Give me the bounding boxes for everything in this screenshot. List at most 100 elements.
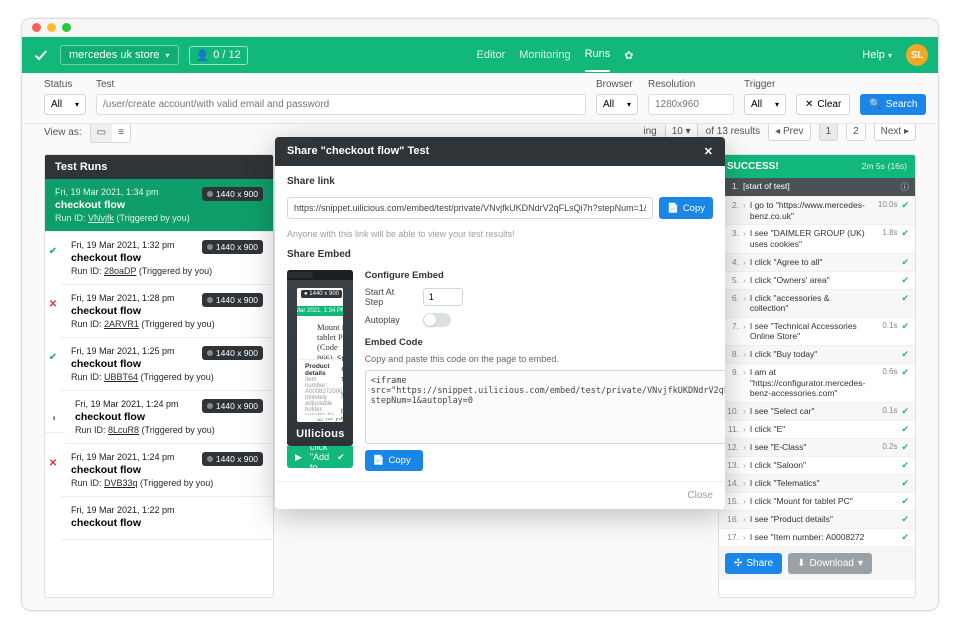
- step-row[interactable]: 5.›I click "Owners' area"✔: [719, 272, 915, 290]
- autoplay-label: Autoplay: [365, 315, 415, 325]
- step-row[interactable]: 13.›I click "Saloon"✔: [719, 457, 915, 475]
- next-button[interactable]: Next ▸: [874, 124, 916, 141]
- caret-down-icon: ▾: [165, 51, 169, 60]
- close-icon[interactable]: ✕: [704, 145, 713, 158]
- share-link-label: Share link: [287, 176, 713, 187]
- help-link[interactable]: Help ▾: [862, 49, 892, 61]
- prev-button[interactable]: ◂ Prev: [768, 124, 810, 141]
- user-count: 0 / 12: [213, 49, 241, 61]
- step-status-icon: ✔: [901, 496, 909, 507]
- step-status-icon: ✔: [901, 406, 909, 417]
- step-row[interactable]: 8.›I click "Buy today"✔: [719, 346, 915, 364]
- step-row[interactable]: 15.›I click "Mount for tablet PC"✔: [719, 493, 915, 511]
- step-text: I am at "https://configurator.mercedes-b…: [750, 367, 868, 399]
- user-avatar[interactable]: SL: [906, 44, 928, 66]
- step-row[interactable]: 7.›I see "Technical Accessories Online S…: [719, 318, 915, 346]
- step-text: I click "Mount for tablet PC": [750, 496, 868, 507]
- autoplay-toggle[interactable]: [423, 313, 451, 327]
- step-number: 9.: [725, 367, 739, 377]
- step-text: I click "Saloon": [750, 460, 868, 471]
- resolution-input[interactable]: [648, 94, 734, 115]
- test-run-row[interactable]: Fri, 19 Mar 2021, 1:22 pmcheckout flow: [45, 497, 273, 540]
- pager-total: of 13 results: [706, 126, 760, 137]
- search-button[interactable]: 🔍 Search: [860, 94, 926, 115]
- step-row-header: 1. [start of test] ⓘ: [719, 178, 915, 197]
- step-status-icon: ✔: [901, 442, 909, 453]
- step-row[interactable]: 3.›I see "DAIMLER GROUP (UK) uses cookie…: [719, 225, 915, 253]
- view-list-button[interactable]: ≡: [112, 124, 130, 142]
- test-run-row[interactable]: ✕Fri, 19 Mar 2021, 1:28 pmcheckout flowR…: [45, 285, 273, 338]
- app-window: mercedes uk store ▾ 👤 0 / 12 Editor Moni…: [21, 18, 939, 611]
- trigger-select[interactable]: All▾: [744, 94, 786, 115]
- step-row[interactable]: 2.›I go to "https://www.mercedes-benz.co…: [719, 197, 915, 225]
- chevron-right-icon: ›: [743, 532, 746, 542]
- step-number: 15.: [725, 496, 739, 506]
- traffic-light-zoom[interactable]: [62, 23, 71, 32]
- chevron-right-icon: ›: [743, 257, 746, 267]
- run-resolution-badge: 1440 x 900: [202, 240, 263, 254]
- step-row[interactable]: 10.›I see "Select car"0.1s✔: [719, 403, 915, 421]
- page-2[interactable]: 2: [846, 124, 866, 141]
- status-select[interactable]: All▾: [44, 94, 86, 115]
- run-resolution-badge: 1440 x 900: [202, 346, 263, 360]
- step-row[interactable]: 4.›I click "Agree to all"✔: [719, 254, 915, 272]
- test-run-row[interactable]: ✔Fri, 19 Mar 2021, 1:25 pmcheckout flowR…: [45, 338, 273, 391]
- user-count-badge[interactable]: 👤 0 / 12: [189, 46, 248, 65]
- step-row[interactable]: 14.›I click "Telematics"✔: [719, 475, 915, 493]
- chevron-right-icon: ›: [743, 406, 746, 416]
- step-time: 1.8s: [871, 228, 897, 237]
- browser-select[interactable]: All▾: [596, 94, 638, 115]
- step-row[interactable]: 12.›I see "E-Class"0.2s✔: [719, 439, 915, 457]
- gear-icon[interactable]: ✿: [624, 49, 633, 62]
- modal-close-button[interactable]: Close: [275, 481, 725, 509]
- step-text: I see "DAIMLER GROUP (UK) uses cookies": [750, 228, 868, 249]
- user-icon: 👤: [196, 49, 210, 62]
- embed-code-box[interactable]: <iframe src="https://snippet.uilicious.c…: [365, 370, 725, 444]
- modal-title: Share "checkout flow" Test: [287, 145, 429, 158]
- chevron-right-icon: ›: [743, 321, 746, 331]
- tab-editor[interactable]: Editor: [477, 39, 506, 71]
- step-row[interactable]: 11.›I click "E"✔: [719, 421, 915, 439]
- test-run-row[interactable]: ✕Fri, 19 Mar 2021, 1:24 pmcheckout flowR…: [45, 444, 273, 497]
- test-run-row[interactable]: ◐Fri, 19 Mar 2021, 1:24 pmcheckout flowR…: [45, 391, 273, 444]
- traffic-light-close[interactable]: [32, 23, 41, 32]
- test-run-row[interactable]: Fri, 19 Mar 2021, 1:34 pmcheckout flowRu…: [45, 179, 273, 232]
- step-text: I see "Item number: A0008272: [750, 532, 868, 543]
- tab-monitoring[interactable]: Monitoring: [519, 39, 570, 71]
- download-button[interactable]: ⬇ Download ▾: [788, 553, 872, 574]
- tab-runs[interactable]: Runs: [585, 38, 611, 72]
- run-id: Run ID: 2ARVR1 (Triggered by you): [71, 319, 263, 329]
- traffic-light-minimize[interactable]: [47, 23, 56, 32]
- step-row[interactable]: 9.›I am at "https://configurator.mercede…: [719, 364, 915, 403]
- step-row[interactable]: 6.›I click "accessories & collection"✔: [719, 290, 915, 318]
- copy-link-button[interactable]: 📄 Copy: [659, 197, 713, 219]
- step-row[interactable]: 17.›I see "Item number: A0008272✔: [719, 529, 915, 547]
- project-selector[interactable]: mercedes uk store ▾: [60, 45, 179, 65]
- test-run-row[interactable]: ✔Fri, 19 Mar 2021, 1:32 pmcheckout flowR…: [45, 232, 273, 285]
- view-as-row: View as: ▭ ≡: [44, 124, 131, 143]
- step-number: 2.: [725, 200, 739, 210]
- step-row[interactable]: 16.›I see "Product details"✔: [719, 511, 915, 529]
- embed-code-label: Embed Code: [365, 337, 725, 348]
- project-name: mercedes uk store: [69, 49, 159, 61]
- step-status-icon: ✔: [901, 349, 909, 360]
- play-icon[interactable]: ▶: [295, 452, 302, 463]
- clear-button[interactable]: ✕ Clear: [796, 94, 850, 115]
- test-input[interactable]: [96, 94, 586, 115]
- status-success-icon: ✔: [45, 352, 61, 363]
- view-grid-button[interactable]: ▭: [91, 124, 112, 142]
- step-number: 4.: [725, 257, 739, 267]
- page-1[interactable]: 1: [819, 124, 839, 141]
- step-status-icon: ✔: [901, 275, 909, 286]
- share-url-input[interactable]: [287, 197, 653, 219]
- info-icon[interactable]: ⓘ: [900, 181, 909, 193]
- chevron-right-icon: ›: [743, 293, 746, 303]
- status-running-icon: ◐: [45, 405, 65, 433]
- step-text: I go to "https://www.mercedes-benz.co.uk…: [750, 200, 868, 221]
- share-button[interactable]: ✣ Share: [725, 553, 782, 574]
- copy-code-button[interactable]: 📄 Copy: [365, 450, 423, 471]
- step-number: 12.: [725, 442, 739, 452]
- run-id: Run ID: UBBT64 (Triggered by you): [71, 372, 263, 382]
- step-text: I see "Select car": [750, 406, 868, 417]
- start-at-input[interactable]: [423, 288, 463, 306]
